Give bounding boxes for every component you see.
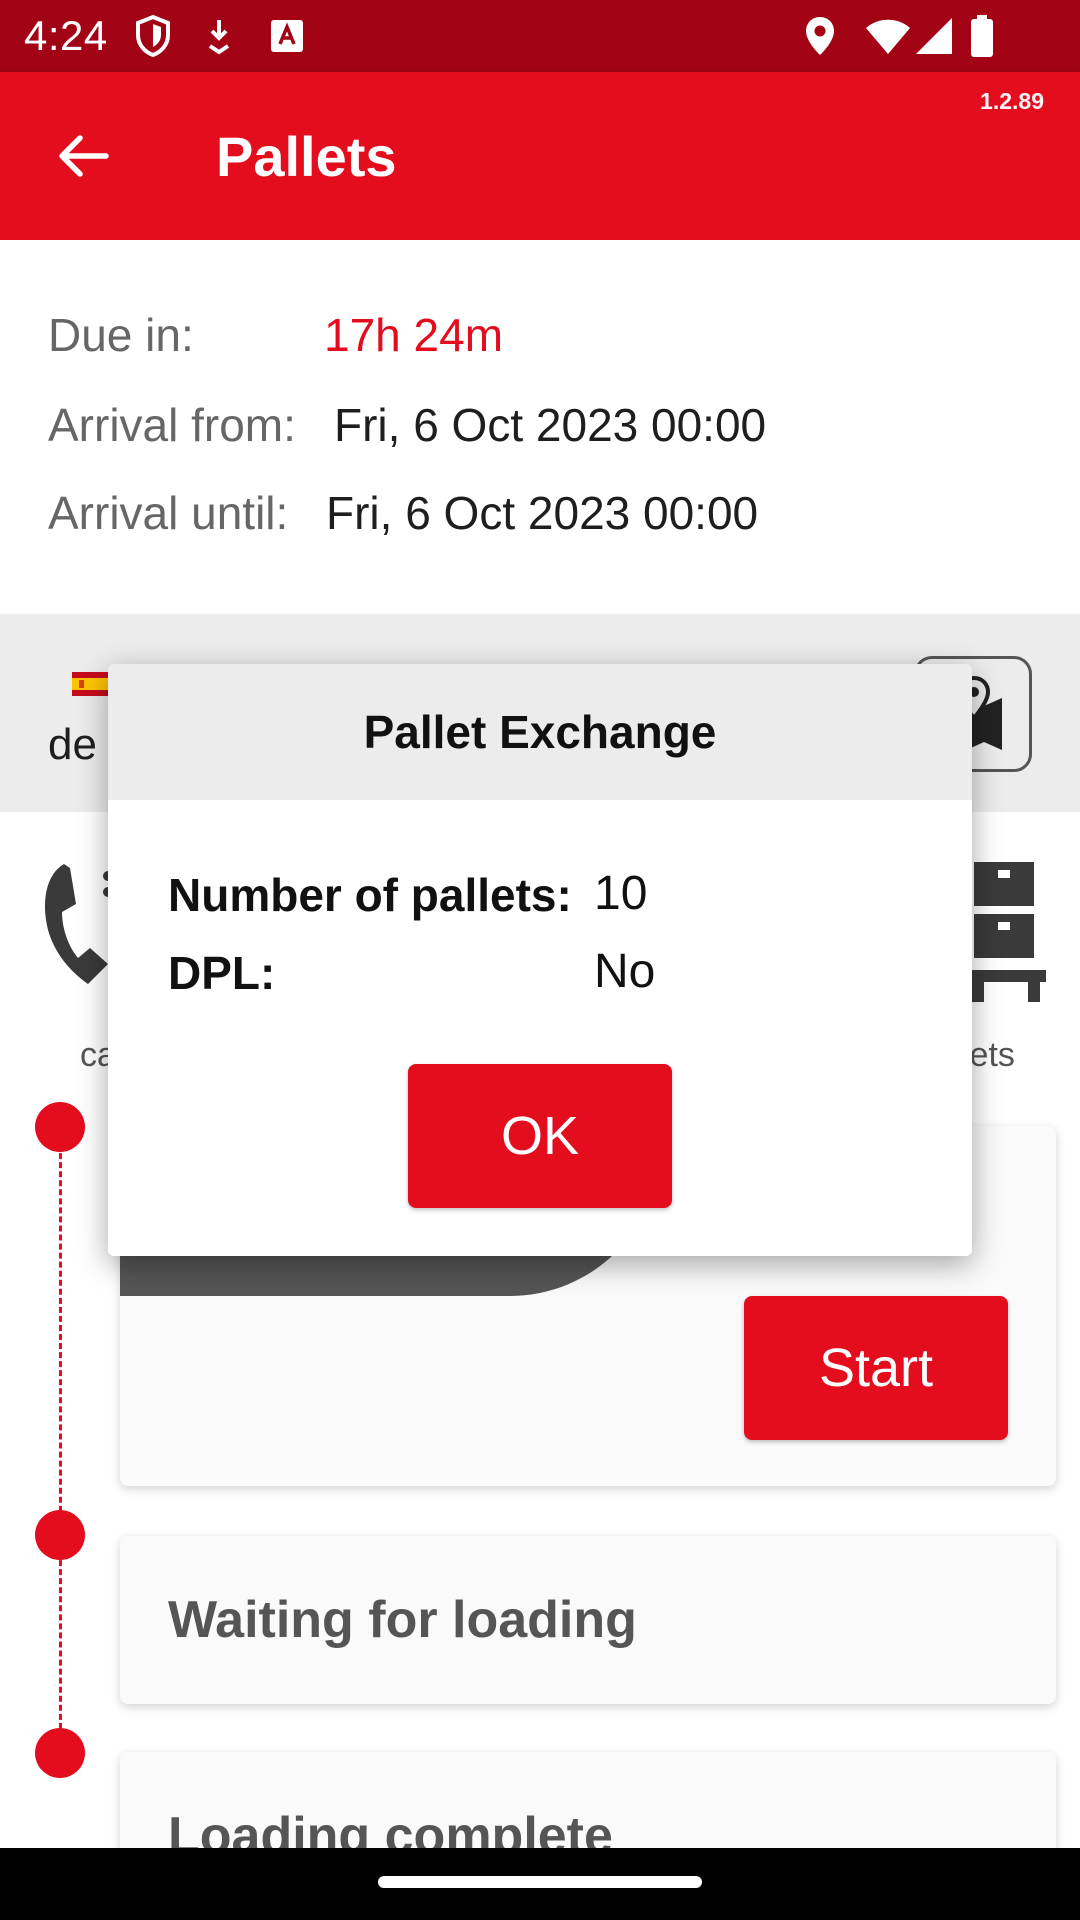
- spain-flag-icon: [72, 672, 108, 696]
- timeline-line: [59, 1126, 62, 1756]
- location-icon: [804, 14, 836, 58]
- pallets-count-value: 10: [594, 867, 648, 920]
- arrival-from-row: Arrival from: Fri, 6 Oct 2023 00:00: [48, 398, 766, 452]
- pallets-icon[interactable]: [968, 862, 1046, 1006]
- timeline-dot-2: [35, 1510, 85, 1560]
- page-title: Pallets: [216, 125, 397, 188]
- due-value: 17h 24m: [324, 309, 504, 361]
- start-button[interactable]: Start: [744, 1296, 1008, 1440]
- arrival-until-row: Arrival until: Fri, 6 Oct 2023 00:00: [48, 486, 758, 540]
- app-version: 1.2.89: [980, 88, 1044, 114]
- dialog-title: Pallet Exchange: [108, 664, 972, 800]
- timeline-dot-3: [35, 1728, 85, 1778]
- back-button[interactable]: [44, 124, 120, 188]
- status-time: 4:24: [24, 12, 108, 59]
- status-bar: 4:24: [0, 0, 1080, 72]
- dpl-value: No: [594, 945, 656, 998]
- due-row: Due in: 17h 24m: [48, 308, 503, 362]
- due-label: Due in:: [48, 309, 194, 361]
- wifi-icon: [864, 14, 912, 58]
- download-icon: [204, 14, 234, 58]
- location-text: de: [48, 720, 97, 769]
- phone-icon[interactable]: [38, 862, 118, 992]
- arrival-from-value: Fri, 6 Oct 2023 00:00: [334, 399, 767, 451]
- font-a-icon: [270, 14, 304, 58]
- pallets-count-label: Number of pallets:: [168, 869, 572, 921]
- arrival-until-label: Arrival until:: [48, 487, 289, 539]
- shipment-info: Due in: 17h 24m Arrival from: Fri, 6 Oct…: [0, 240, 1080, 614]
- app-bar: Pallets 1.2.89: [0, 72, 1080, 240]
- arrival-until-value: Fri, 6 Oct 2023 00:00: [326, 487, 759, 539]
- signal-icon: [914, 14, 954, 58]
- home-gesture-pill[interactable]: [378, 1876, 702, 1888]
- step-card-waiting: Waiting for loading: [120, 1536, 1056, 1704]
- dpl-label: DPL:: [168, 947, 276, 999]
- pallet-exchange-dialog: Pallet Exchange Number of pallets: 10 DP…: [108, 664, 972, 1256]
- ok-button[interactable]: OK: [408, 1064, 672, 1208]
- battery-icon: [970, 14, 994, 58]
- arrow-back-icon: [59, 135, 109, 177]
- waiting-title: Waiting for loading: [168, 1591, 637, 1649]
- timeline-dot-1: [35, 1102, 85, 1152]
- arrival-from-label: Arrival from:: [48, 399, 296, 451]
- shield-icon: [134, 14, 172, 58]
